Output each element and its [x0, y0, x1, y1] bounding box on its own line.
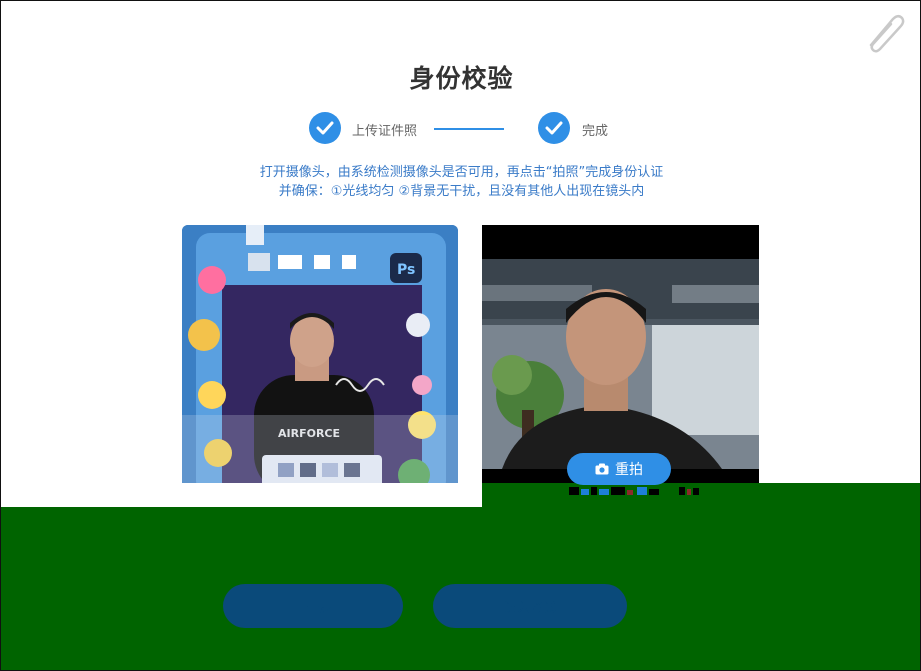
progress-steps: 上传证件照 完成: [1, 112, 920, 144]
paperclip-icon: [869, 15, 905, 53]
glitch-strip: [569, 487, 699, 495]
retake-label: 重拍: [615, 462, 643, 478]
step-1-check-icon: [309, 112, 341, 144]
camera-icon: [595, 463, 609, 475]
enter-exam-button[interactable]: 进入考试: [433, 584, 627, 628]
page-frame: 身份校验 上传证件照 完成 打开摄像头，由系统检测摄像头是否可用，再点击“拍照”…: [0, 0, 921, 671]
step-2-check-icon: [538, 112, 570, 144]
enter-exam-label: 进入考试: [503, 600, 556, 616]
overlay-region: [1, 483, 920, 670]
instruction-line-1: 打开摄像头，由系统检测摄像头是否可用，再点击“拍照”完成身份认证: [259, 165, 664, 180]
step-1-label: 上传证件照: [352, 124, 418, 139]
step-connector: [434, 128, 504, 130]
id-photo: Ps AIRFORCE: [182, 225, 458, 500]
prev-step-button[interactable]: 上一步: [223, 584, 403, 628]
instruction-line-2: 并确保：①光线均匀 ②背景无干扰，且没有其他人出现在镜头内: [278, 184, 645, 199]
prev-step-label: 上一步: [293, 600, 333, 616]
overlay-notch: [1, 483, 482, 507]
retake-button[interactable]: 重拍: [567, 453, 671, 485]
step-2-label: 完成: [582, 124, 609, 139]
page-title: 身份校验: [409, 64, 514, 93]
id-photo-illustration: Ps AIRFORCE: [182, 225, 458, 500]
svg-text:Ps: Ps: [397, 262, 415, 278]
